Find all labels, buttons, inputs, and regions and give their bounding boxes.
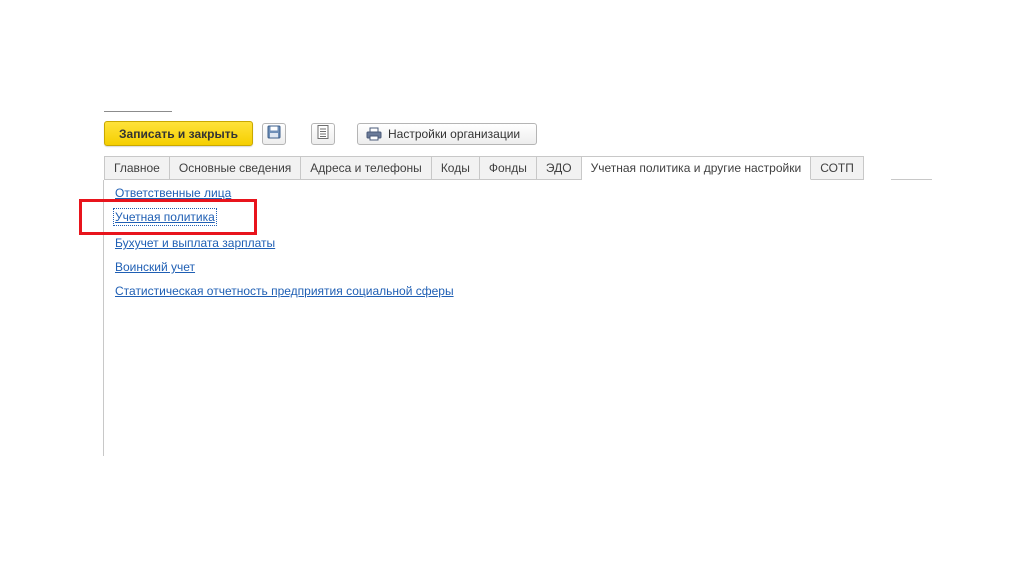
- link-responsible-persons[interactable]: Ответственные лица: [115, 186, 231, 200]
- header-divider: [104, 111, 172, 112]
- tab-funds[interactable]: Фонды: [479, 156, 537, 180]
- organization-settings-label: Настройки организации: [388, 127, 521, 141]
- tab-accounting-policy[interactable]: Учетная политика и другие настройки: [581, 156, 812, 180]
- link-military-registration[interactable]: Воинский учет: [115, 260, 195, 274]
- form-window: Записать и закрыть Настройки организации…: [0, 0, 1024, 568]
- tab-codes[interactable]: Коды: [431, 156, 480, 180]
- link-accounting-payroll[interactable]: Бухучет и выплата зарплаты: [115, 236, 275, 250]
- report-button[interactable]: [311, 123, 335, 145]
- organization-settings-button[interactable]: Настройки организации: [357, 123, 537, 145]
- tab-sotp[interactable]: СОТП: [811, 156, 864, 180]
- floppy-disk-icon: [267, 125, 281, 144]
- tab-edo[interactable]: ЭДО: [536, 156, 582, 180]
- tab-bar-baseline: [891, 179, 932, 180]
- save-and-close-button[interactable]: Записать и закрыть: [104, 121, 253, 146]
- content-left-border: [103, 180, 104, 456]
- printer-icon: [366, 127, 382, 141]
- tab-basic-info[interactable]: Основные сведения: [169, 156, 302, 180]
- tab-main[interactable]: Главное: [104, 156, 170, 180]
- tab-bar: Главное Основные сведения Адреса и телеф…: [104, 156, 864, 180]
- link-statistical-reporting[interactable]: Статистическая отчетность предприятия со…: [115, 284, 454, 298]
- document-list-icon: [317, 124, 329, 144]
- tab-addresses-phones[interactable]: Адреса и телефоны: [301, 156, 432, 180]
- link-accounting-policy[interactable]: Учетная политика: [113, 208, 217, 226]
- save-button[interactable]: [262, 123, 286, 145]
